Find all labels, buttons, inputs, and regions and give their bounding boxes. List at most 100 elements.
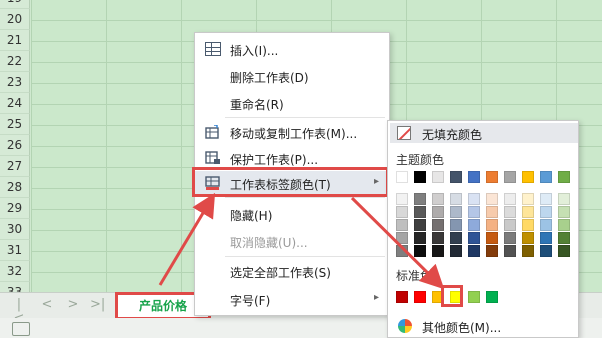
theme-shade-swatch[interactable] [522,245,534,257]
insert-table-icon [205,42,221,56]
theme-color-swatch[interactable] [504,171,516,183]
theme-shade-swatch[interactable] [468,219,480,231]
row-header[interactable]: 27 [0,156,30,177]
theme-shade-swatch[interactable] [504,232,516,244]
row-header[interactable]: 22 [0,51,30,72]
theme-color-swatch[interactable] [468,171,480,183]
theme-shade-swatch[interactable] [396,245,408,257]
row-header[interactable]: 32 [0,261,30,282]
menu-item-insert[interactable]: 插入(I)... [195,37,389,61]
theme-shade-swatch[interactable] [522,219,534,231]
theme-shade-swatch[interactable] [432,232,444,244]
next-sheet-icon[interactable]: > [66,298,80,312]
theme-shade-swatch[interactable] [558,232,570,244]
theme-shade-swatch[interactable] [540,219,552,231]
row-header[interactable]: 30 [0,219,30,240]
theme-shade-swatch[interactable] [486,232,498,244]
theme-shade-swatch[interactable] [486,219,498,231]
theme-color-swatch[interactable] [432,171,444,183]
first-sheet-icon[interactable]: |< [12,298,26,326]
theme-shade-swatch[interactable] [414,206,426,218]
theme-shade-swatch[interactable] [504,193,516,205]
row-header[interactable]: 23 [0,72,30,93]
theme-shade-swatch[interactable] [450,245,462,257]
theme-shade-swatch[interactable] [468,232,480,244]
row-header[interactable]: 21 [0,30,30,51]
theme-color-swatch[interactable] [558,171,570,183]
standard-color-swatch[interactable] [486,291,498,303]
row-header[interactable]: 29 [0,198,30,219]
standard-color-swatch[interactable] [414,291,426,303]
menu-item-rename[interactable]: 重命名(R) [195,91,389,115]
menu-item-hide[interactable]: 隐藏(H) [195,202,389,226]
prev-sheet-icon[interactable]: < [40,298,54,312]
theme-shade-swatch[interactable] [486,245,498,257]
theme-shade-swatch[interactable] [450,219,462,231]
menu-item-font-size[interactable]: 字号(F) ▸ [195,287,389,311]
theme-shade-swatch[interactable] [396,193,408,205]
theme-shade-swatch[interactable] [558,219,570,231]
theme-shade-swatch[interactable] [558,193,570,205]
theme-color-swatch[interactable] [414,171,426,183]
theme-shade-swatch[interactable] [558,245,570,257]
status-view-icon[interactable] [12,322,30,336]
theme-shade-swatch[interactable] [414,219,426,231]
menu-divider [225,197,385,198]
row-header[interactable]: 25 [0,114,30,135]
more-colors-option[interactable]: 其他颜色(M)... [390,315,578,337]
theme-shade-swatch[interactable] [414,193,426,205]
tab-color-submenu: 无填充颜色 主题颜色 标准色 其他颜色(M)... [387,120,579,338]
row-header[interactable]: 20 [0,9,30,30]
protect-sheet-icon [205,151,221,165]
menu-item-select-all-sheets[interactable]: 选定全部工作表(S) [195,259,389,283]
theme-color-swatch[interactable] [540,171,552,183]
theme-shade-swatch[interactable] [432,245,444,257]
theme-shade-swatch[interactable] [540,193,552,205]
theme-shade-swatch[interactable] [540,245,552,257]
row-header[interactable]: 31 [0,240,30,261]
theme-shade-swatch[interactable] [396,232,408,244]
theme-shade-swatch[interactable] [432,206,444,218]
theme-shade-swatch[interactable] [540,206,552,218]
no-fill-option[interactable]: 无填充颜色 [390,123,578,143]
theme-shade-swatch[interactable] [468,206,480,218]
theme-shade-swatch[interactable] [486,193,498,205]
last-sheet-icon[interactable]: >| [90,298,105,312]
theme-shade-swatch[interactable] [396,206,408,218]
theme-shade-swatch[interactable] [504,206,516,218]
standard-color-swatch[interactable] [468,291,480,303]
theme-color-swatch[interactable] [450,171,462,183]
theme-shade-swatch[interactable] [432,193,444,205]
theme-shade-swatch[interactable] [432,219,444,231]
theme-shade-swatch[interactable] [522,193,534,205]
theme-shade-swatch[interactable] [540,232,552,244]
row-header[interactable]: 28 [0,177,30,198]
theme-shade-swatch[interactable] [486,206,498,218]
selected-color-highlight-box [441,285,463,307]
row-header[interactable]: 24 [0,93,30,114]
theme-color-swatch[interactable] [396,171,408,183]
theme-shade-swatch[interactable] [414,232,426,244]
theme-color-swatch[interactable] [486,171,498,183]
row-header[interactable]: 26 [0,135,30,156]
theme-shade-swatch[interactable] [450,206,462,218]
theme-shade-swatch[interactable] [522,206,534,218]
theme-shade-swatch[interactable] [414,245,426,257]
theme-shade-swatch[interactable] [558,206,570,218]
theme-shade-swatch[interactable] [468,193,480,205]
theme-shade-swatch[interactable] [396,219,408,231]
standard-color-swatch[interactable] [396,291,408,303]
menu-item-move-copy-sheet[interactable]: 移动或复制工作表(M)... [195,120,389,144]
theme-shade-swatch[interactable] [504,245,516,257]
move-copy-sheet-icon [205,124,221,139]
row-header[interactable]: 19 [0,0,30,9]
theme-shade-swatch[interactable] [504,219,516,231]
theme-color-swatch[interactable] [522,171,534,183]
menu-item-delete-sheet[interactable]: 删除工作表(D) [195,64,389,88]
submenu-arrow-icon: ▸ [373,292,379,303]
theme-shade-swatch[interactable] [450,193,462,205]
theme-shade-swatch[interactable] [450,232,462,244]
theme-shade-swatch[interactable] [468,245,480,257]
no-fill-icon [397,126,411,140]
theme-shade-swatch[interactable] [522,232,534,244]
